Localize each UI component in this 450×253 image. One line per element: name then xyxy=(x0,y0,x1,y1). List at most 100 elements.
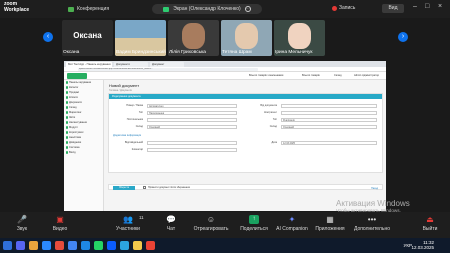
participant-tile[interactable]: Тетяна Шрам xyxy=(221,20,272,56)
post-document-checkbox[interactable] xyxy=(143,186,146,190)
next-page-icon[interactable]: › xyxy=(398,32,408,42)
counterparty-select[interactable] xyxy=(281,111,377,115)
main-content: Новий документ Головна / Документи Редаг… xyxy=(105,80,386,211)
back-link[interactable]: Назад xyxy=(371,187,378,190)
video-button[interactable]: ▣ Видео xyxy=(40,215,80,232)
user-menu[interactable]: Admin Адміністратор xyxy=(354,74,379,77)
telegram-icon[interactable] xyxy=(120,241,129,250)
record-icon xyxy=(332,5,337,11)
leave-button[interactable]: ⏏ Выйти xyxy=(410,215,450,232)
menu-icon xyxy=(65,91,68,94)
date-input[interactable] xyxy=(281,104,377,108)
menu-icon xyxy=(65,101,68,104)
leave-icon: ⏏ xyxy=(426,215,434,224)
prev-page-icon[interactable]: ‹ xyxy=(43,32,53,42)
app-icon[interactable] xyxy=(42,241,51,250)
view-button[interactable]: Вид xyxy=(382,4,404,13)
menu-icon xyxy=(65,86,68,89)
shared-screen: Мої Tool App - Панель керування Документ… xyxy=(64,61,386,211)
apps-button[interactable]: ▦ Приложения xyxy=(310,215,350,232)
warehouse-select[interactable]: Основний xyxy=(147,125,237,129)
app-header: Всього товарів з малюнками Всього товарі… xyxy=(64,72,386,80)
chat-icon: 💬 xyxy=(166,215,176,224)
maximize-icon[interactable]: □ xyxy=(425,3,429,10)
participant-avatar xyxy=(182,23,205,49)
page-title: Новий документ xyxy=(109,83,140,88)
header-stat: Склад xyxy=(334,74,342,77)
field-label: Контрагент xyxy=(264,111,277,114)
app-icon[interactable] xyxy=(133,241,142,250)
app-icon[interactable] xyxy=(146,241,155,250)
browser-icon[interactable] xyxy=(68,241,77,250)
app-icon[interactable] xyxy=(55,241,64,250)
meeting-toolbar: 🎤 Звук ▣ Видео 👥 Участники 11 💬 Чат ☺ Отреаги… xyxy=(0,212,450,238)
participant-avatar xyxy=(288,23,311,49)
section-title: Додаткова інформація xyxy=(113,134,142,137)
field-label: Номер / Назва xyxy=(126,104,143,107)
menu-icon xyxy=(65,126,68,129)
field-label: Коментар xyxy=(131,148,143,151)
ai-sparkle-icon: ✦ xyxy=(288,215,296,224)
screen-share-indicator[interactable]: Экран (Олександр Клоченко) ··· xyxy=(152,4,262,14)
apps-icon: ▦ xyxy=(326,215,334,224)
type-select[interactable]: Надходження xyxy=(147,111,237,115)
menu-icon xyxy=(65,96,68,99)
menu-icon xyxy=(65,136,68,139)
clock[interactable]: 11:32 12.03.2025 xyxy=(411,240,434,250)
form-actions: Зберегти Провести документ після збереже… xyxy=(108,184,383,190)
zoom-title-bar: zoom Workplace Конференция Экран (Олекса… xyxy=(0,0,450,18)
app-icon[interactable] xyxy=(81,241,90,250)
mic-muted-icon: 🎤 xyxy=(17,215,27,224)
participant-avatar xyxy=(235,23,258,49)
warehouse-select[interactable]: Основний xyxy=(281,125,377,129)
url-input[interactable]: apteka.fourtec.ua/admin/index.php?route=… xyxy=(78,68,258,71)
supplier-select[interactable] xyxy=(147,118,237,122)
share-screen-button[interactable]: ↑ Поделиться xyxy=(234,215,274,232)
participant-tile[interactable]: Оксана Оксана xyxy=(62,20,113,56)
breadcrumb[interactable]: Головна / Документи xyxy=(109,89,132,92)
participant-tile[interactable]: Лілія Гриховська xyxy=(168,20,219,56)
participants-icon: 👥 xyxy=(123,215,133,224)
sidebar: Панель керування Каталог Продажі Клієнти… xyxy=(64,80,104,211)
type-select[interactable]: Реалізація xyxy=(281,118,377,122)
reactions-button[interactable]: ☺ Отреагировать xyxy=(191,215,231,232)
field-label: Відповідальний xyxy=(124,141,143,144)
app-icon[interactable] xyxy=(16,241,25,250)
shield-icon xyxy=(68,6,74,12)
field-label: Тип xyxy=(138,111,143,114)
record-indicator[interactable]: Запись xyxy=(332,5,355,11)
app-logo xyxy=(67,73,87,79)
folder-icon[interactable] xyxy=(29,241,38,250)
field-label: Постачальник xyxy=(126,118,143,121)
save-button[interactable]: Зберегти xyxy=(113,186,135,190)
menu-icon xyxy=(65,141,68,144)
menu-icon xyxy=(65,131,68,134)
checkbox-label: Провести документ після збереження xyxy=(148,186,190,190)
menu-icon xyxy=(65,151,68,154)
menu-icon xyxy=(65,81,68,84)
more-button[interactable]: ••• Дополнительно xyxy=(352,215,392,232)
conference-info-button[interactable]: Конференция xyxy=(68,6,109,12)
minimize-icon[interactable]: – xyxy=(413,3,417,10)
card-title: Редагування документа xyxy=(109,94,382,99)
ai-companion-button[interactable]: ✦ AI Companion xyxy=(272,215,312,232)
audio-button[interactable]: 🎤 Звук xyxy=(2,215,42,232)
responsible-select[interactable] xyxy=(147,141,237,145)
participant-tile[interactable]: Ірина Мельничук xyxy=(274,20,325,56)
close-icon[interactable]: × xyxy=(438,3,442,10)
sidebar-item[interactable]: Вихід xyxy=(64,150,103,155)
field-label: Склад xyxy=(269,125,277,128)
field-label: Склад xyxy=(135,125,143,128)
whatsapp-icon[interactable] xyxy=(94,241,103,250)
comment-input[interactable] xyxy=(147,148,237,152)
zoom-icon[interactable] xyxy=(107,241,116,250)
header-stat: Всього товарів xyxy=(302,74,320,77)
more-options-icon[interactable]: ··· xyxy=(244,6,251,12)
date-input[interactable]: 12.03.2025 xyxy=(281,141,377,145)
chat-button[interactable]: 💬 Чат xyxy=(151,215,191,232)
participant-tile[interactable]: Вадим Бриндзинський xyxy=(115,20,166,56)
number-input[interactable]: Автоматично xyxy=(147,104,237,108)
participants-count: 11 xyxy=(139,215,144,220)
menu-icon xyxy=(65,121,68,124)
start-icon[interactable] xyxy=(3,241,12,250)
